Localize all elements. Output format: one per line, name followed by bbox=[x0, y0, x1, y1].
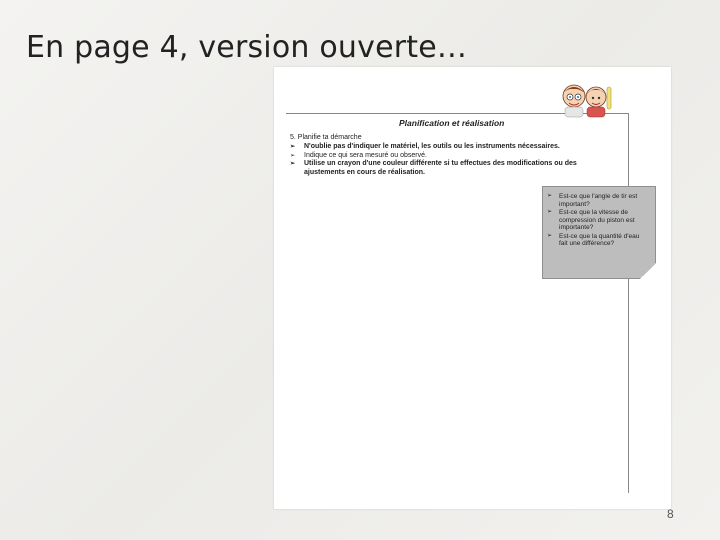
note-item: ➢ Est-ce que la quantité d'eau fait une … bbox=[547, 233, 647, 248]
note-card: ➢ Est-ce que l'angle de tir est importan… bbox=[542, 186, 656, 279]
list-item-text: Indique ce qui sera mesuré ou observé. bbox=[304, 151, 427, 159]
note-list: ➢ Est-ce que l'angle de tir est importan… bbox=[547, 193, 647, 249]
document-page: Planification et réalisation 5. Planifie… bbox=[274, 67, 671, 509]
right-rule bbox=[628, 113, 629, 493]
note-item-text: Est-ce que la vitesse de compression du … bbox=[559, 209, 635, 231]
arrow-bullet-icon: ➢ bbox=[547, 193, 553, 199]
arrow-bullet-icon: ➢ bbox=[547, 209, 553, 215]
list-item-text: Utilise un crayon d'une couleur différen… bbox=[304, 160, 577, 176]
arrow-bullet-icon: ➢ bbox=[547, 232, 553, 239]
step-title: 5. Planifie ta démarche bbox=[290, 134, 362, 141]
arrow-bullet-icon: ➢ bbox=[290, 144, 296, 150]
list-item-text: N'oublie pas d'indiquer le matériel, les… bbox=[304, 143, 560, 150]
note-item: ➢ Est-ce que l'angle de tir est importan… bbox=[547, 193, 647, 208]
list-item: ➢ Indique ce qui sera mesuré ou observé. bbox=[290, 152, 610, 161]
note-item-text: Est-ce que l'angle de tir est important? bbox=[559, 193, 638, 208]
note-item-text: Est-ce que la quantité d'eau fait une di… bbox=[559, 232, 640, 248]
note-item: ➢ Est-ce que la vitesse de compression d… bbox=[547, 209, 647, 232]
instruction-list: ➢ N'oublie pas d'indiquer le matériel, l… bbox=[290, 143, 610, 177]
arrow-bullet-icon: ➢ bbox=[290, 161, 296, 167]
list-item: ➢ Utilise un crayon d'une couleur différ… bbox=[290, 160, 610, 177]
page-curl-icon bbox=[640, 263, 656, 279]
list-item: ➢ N'oublie pas d'indiquer le matériel, l… bbox=[290, 143, 610, 152]
scientist-mascots-icon bbox=[562, 84, 612, 118]
section-heading: Planification et réalisation bbox=[399, 118, 505, 128]
arrow-bullet-icon: ➢ bbox=[290, 152, 296, 159]
slide-number: 8 bbox=[667, 507, 674, 521]
slide-title: En page 4, version ouverte… bbox=[26, 30, 468, 65]
